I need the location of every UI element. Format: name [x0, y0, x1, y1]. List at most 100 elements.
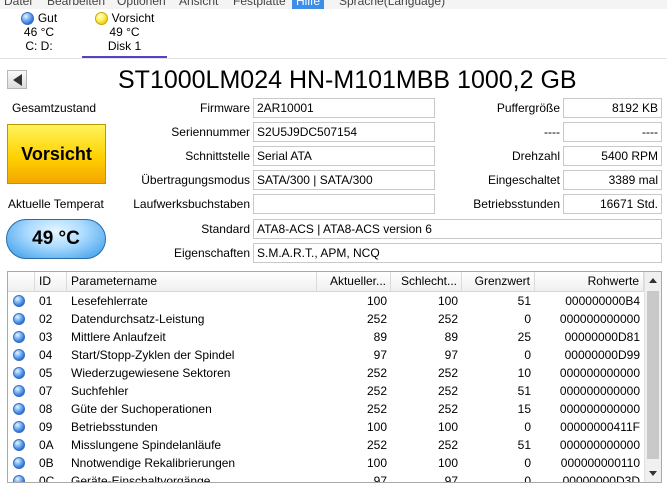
- features-field[interactable]: S.M.A.R.T., APM, NCQ: [253, 243, 662, 263]
- menu-ansicht[interactable]: Ansicht: [179, 0, 218, 9]
- cell-name: Nnotwendige Rekalibrierungen: [71, 456, 236, 470]
- disk-title: ST1000LM024 HN-M101MBB 1000,2 GB: [118, 66, 577, 94]
- cell-id: 01: [39, 294, 53, 308]
- cell-threshold: 25: [517, 330, 531, 344]
- cell-worst: 252: [437, 384, 458, 398]
- menu-bearbeiten[interactable]: Bearbeiten: [47, 0, 105, 9]
- power-on-count-label: Eingeschaltet: [487, 173, 560, 187]
- column-worst[interactable]: Schlecht...: [391, 272, 462, 292]
- menu-optionen[interactable]: Optionen: [117, 0, 166, 9]
- transfer-mode-label: Übertragungsmodus: [141, 173, 250, 187]
- scroll-up-button[interactable]: [645, 272, 661, 289]
- cell-threshold: 10: [517, 366, 531, 380]
- cell-current: 97: [373, 348, 387, 362]
- power-on-hours-field[interactable]: 16671 Std.: [563, 194, 662, 214]
- status-good-icon: [13, 421, 25, 433]
- cell-current: 252: [366, 438, 387, 452]
- cell-raw: 00000000D99: [564, 348, 640, 362]
- cell-name: Datendurchsatz-Leistung: [71, 312, 205, 326]
- cell-id: 0B: [39, 456, 54, 470]
- table-row[interactable]: 05 Wiederzugewiesene Sektoren 252 252 10 0000…: [8, 364, 644, 382]
- status-good-icon: [13, 367, 25, 379]
- chevron-up-icon: [649, 278, 657, 283]
- transfer-mode-field[interactable]: SATA/300 | SATA/300: [253, 170, 435, 190]
- interface-field[interactable]: Serial ATA: [253, 146, 435, 166]
- status-good-icon: [13, 295, 25, 307]
- standard-field[interactable]: ATA8-ACS | ATA8-ACS version 6: [253, 219, 662, 239]
- cell-raw: 000000000000: [559, 366, 640, 380]
- cell-current: 252: [366, 312, 387, 326]
- disk-tab-status: Gut: [37, 11, 58, 25]
- smart-table[interactable]: ID Parametername Aktueller... Schlecht..…: [7, 271, 662, 483]
- status-caution-icon: [94, 11, 108, 25]
- column-status[interactable]: [8, 272, 35, 292]
- status-good-icon: [20, 11, 34, 25]
- cell-id: 0C: [39, 474, 55, 483]
- cell-worst: 252: [437, 402, 458, 416]
- table-row[interactable]: 04 Start/Stopp-Zyklen der Spindel 97 97 0 000…: [8, 346, 644, 364]
- cell-threshold: 0: [524, 474, 531, 483]
- serial-field[interactable]: S2U5J9DC507154: [253, 122, 435, 142]
- cell-worst: 252: [437, 438, 458, 452]
- cell-worst: 100: [437, 294, 458, 308]
- table-row[interactable]: 02 Datendurchsatz-Leistung 252 252 0 00000000…: [8, 310, 644, 328]
- cell-worst: 100: [437, 420, 458, 434]
- scroll-thumb[interactable]: [647, 291, 659, 459]
- rotation-rate-label: Drehzahl: [511, 149, 560, 163]
- table-row[interactable]: 07 Suchfehler 252 252 51 000000000000: [8, 382, 644, 400]
- power-on-count-field[interactable]: 3389 mal: [563, 170, 662, 190]
- column-name[interactable]: Parametername: [67, 272, 317, 292]
- temperature-label: Aktuelle Temperat: [8, 197, 104, 211]
- cell-threshold: 15: [517, 402, 531, 416]
- status-good-icon: [13, 457, 25, 469]
- disk-tab-temperature: 49 °C: [109, 25, 140, 39]
- table-row[interactable]: 0B Nnotwendige Rekalibrierungen 100 100 0 000…: [8, 454, 644, 472]
- back-arrow-button[interactable]: [7, 70, 27, 89]
- cell-id: 08: [39, 402, 53, 416]
- cell-id: 04: [39, 348, 53, 362]
- status-good-icon: [13, 331, 25, 343]
- buffer-size-field[interactable]: 8192 KB: [563, 98, 662, 118]
- scroll-down-button[interactable]: [645, 465, 661, 482]
- table-row[interactable]: 03 Mittlere Anlaufzeit 89 89 25 00000000D81: [8, 328, 644, 346]
- cell-current: 89: [373, 330, 387, 344]
- status-good-icon: [13, 313, 25, 325]
- table-row[interactable]: 0C Geräte-Einschaltvorgänge 97 97 0 00000000D…: [8, 472, 644, 483]
- power-on-hours-label: Betriebsstunden: [473, 197, 560, 211]
- column-current[interactable]: Aktueller...: [317, 272, 391, 292]
- column-raw[interactable]: Rohwerte: [535, 272, 644, 292]
- disk-tab-disk1[interactable]: Vorsicht 49 °C Disk 1: [82, 11, 167, 57]
- temperature-badge[interactable]: 49 °C: [6, 219, 106, 259]
- standard-label: Standard: [201, 222, 250, 236]
- cell-id: 09: [39, 420, 53, 434]
- firmware-field[interactable]: 2AR10001: [253, 98, 435, 118]
- menu-datei[interactable]: Datei: [4, 0, 32, 9]
- serial-label: Seriennummer: [171, 125, 250, 139]
- drive-letters-field[interactable]: [253, 194, 435, 214]
- cell-raw: 00000000411F: [560, 420, 640, 434]
- table-row[interactable]: 0A Misslungene Spindelanläufe 252 252 51 0000…: [8, 436, 644, 454]
- menu-sprache[interactable]: Sprache(Language): [339, 0, 445, 9]
- health-status-badge[interactable]: Vorsicht: [7, 124, 106, 184]
- column-threshold[interactable]: Grenzwert: [462, 272, 535, 292]
- cell-name: Betriebsstunden: [71, 420, 158, 434]
- table-scrollbar[interactable]: [644, 272, 661, 482]
- cell-worst: 89: [444, 330, 458, 344]
- menu-hilfe[interactable]: Hilfe: [292, 0, 325, 9]
- table-row[interactable]: 08 Güte der Suchoperationen 252 252 15 000000…: [8, 400, 644, 418]
- table-row[interactable]: 01 Lesefehlerrate 100 100 51 000000000B4: [8, 292, 644, 310]
- table-row[interactable]: 09 Betriebsstunden 100 100 0 00000000411F: [8, 418, 644, 436]
- cell-worst: 100: [437, 456, 458, 470]
- cell-current: 100: [366, 420, 387, 434]
- unknown-field[interactable]: ----: [563, 122, 662, 142]
- menu-festplatte[interactable]: Festplatte: [233, 0, 286, 9]
- column-id[interactable]: ID: [35, 272, 67, 292]
- cell-current: 97: [373, 474, 387, 483]
- rotation-rate-field[interactable]: 5400 RPM: [563, 146, 662, 166]
- status-good-icon: [13, 439, 25, 451]
- cell-name: Start/Stopp-Zyklen der Spindel: [71, 348, 235, 362]
- cell-raw: 00000000D3D: [562, 474, 640, 483]
- cell-raw: 000000000000: [559, 438, 640, 452]
- disk-tab-c[interactable]: Gut 46 °C C: D:: [0, 11, 78, 57]
- disk-tab-drive: Disk 1: [107, 39, 142, 53]
